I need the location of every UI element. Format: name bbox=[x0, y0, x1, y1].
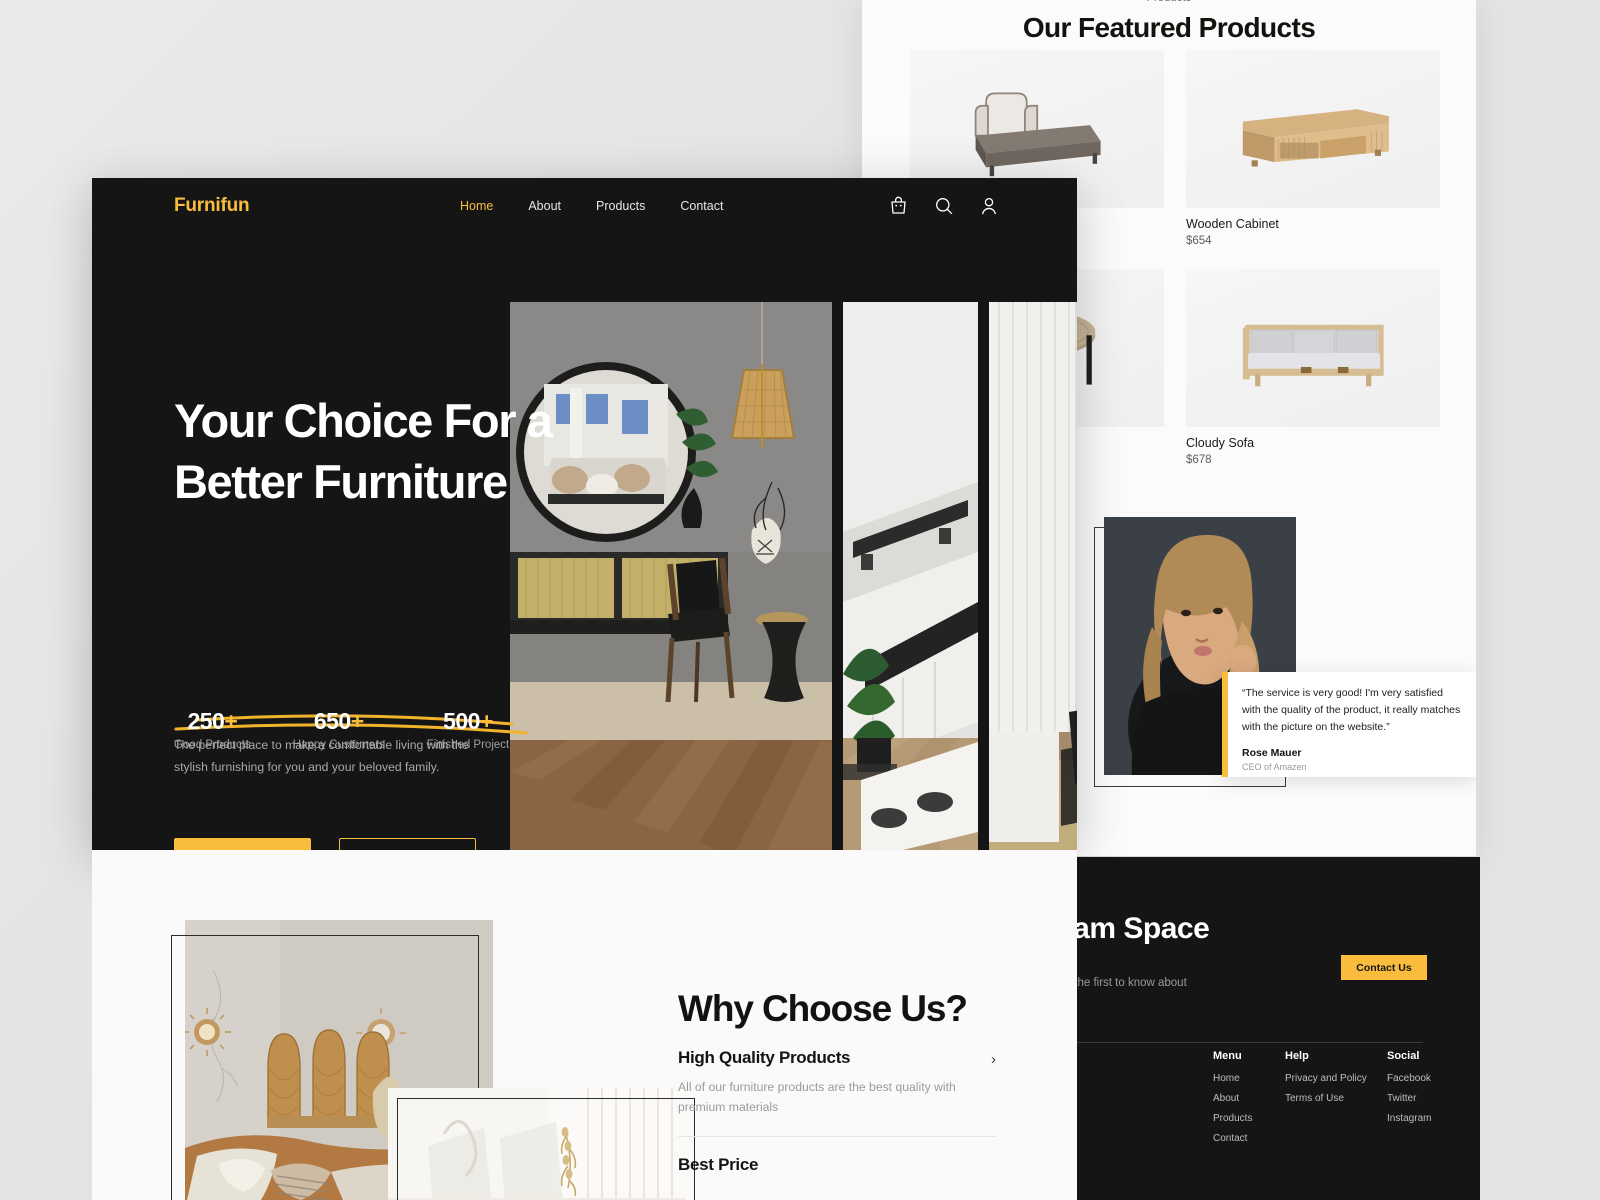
hero-image-3 bbox=[989, 302, 1077, 850]
stat-suffix: + bbox=[479, 708, 493, 734]
stat-suffix: + bbox=[224, 708, 238, 734]
stat-happy-customers: 650+ Happy Customers bbox=[293, 708, 385, 751]
stat-number: 250 bbox=[187, 708, 225, 734]
testimonial-card: “The service is very good! I'm very sati… bbox=[1222, 672, 1476, 777]
why-choose-item-heading: Best Price bbox=[678, 1154, 759, 1174]
nav-links: Home About Products Contact bbox=[460, 199, 723, 213]
footer-link[interactable]: Contact bbox=[1213, 1133, 1285, 1144]
why-choose-us-list: High Quality Products › All of our furni… bbox=[678, 1048, 996, 1193]
testimonial-block: y rs. “T bbox=[922, 512, 1476, 802]
product-name: Cloudy Sofa bbox=[1186, 436, 1255, 450]
testimonial-quote: “The service is very good! I'm very sati… bbox=[1242, 687, 1461, 733]
interior-curtain-image bbox=[989, 302, 1077, 850]
footer-column-title: Menu bbox=[1213, 1050, 1242, 1062]
why-choose-us-title: Why Choose Us? bbox=[678, 988, 968, 1029]
search-icon[interactable] bbox=[935, 197, 953, 215]
interior-living-room-image bbox=[510, 302, 832, 850]
nav-link-contact[interactable]: Contact bbox=[680, 199, 723, 213]
footer-link[interactable]: About bbox=[1213, 1093, 1285, 1104]
stat-label: Good Products bbox=[174, 739, 251, 751]
footer-divider bbox=[1075, 1042, 1423, 1043]
sofa-icon bbox=[1242, 325, 1384, 387]
bright-room-image bbox=[388, 1088, 686, 1200]
design-canvas: Products Our Featured Products bbox=[0, 0, 1600, 1200]
nav-link-products[interactable]: Products bbox=[596, 199, 645, 213]
chevron-right-icon[interactable]: › bbox=[991, 1051, 996, 1068]
why-choose-image-small bbox=[388, 1088, 686, 1200]
hero-copy: Your Choice For a Better Furniture The p… bbox=[174, 390, 604, 850]
stat-good-products: 250+ Good Products bbox=[174, 708, 251, 751]
cta-footer-page: eam Space Be the first to know about Con… bbox=[1075, 857, 1480, 1200]
hero-image-strips bbox=[510, 302, 1077, 850]
order-now-button[interactable]: Order Now bbox=[339, 838, 476, 850]
product-price: $678 bbox=[1186, 454, 1212, 466]
hero-title-line-2: Better Furniture bbox=[174, 455, 508, 509]
why-choose-item-text: All of our furniture products are the be… bbox=[678, 1080, 956, 1114]
nav-icons bbox=[890, 196, 997, 215]
footer-column-title: Social bbox=[1387, 1050, 1420, 1062]
testimonial-author: Rose Mauer bbox=[1242, 747, 1302, 759]
why-choose-item-high-quality[interactable]: High Quality Products › All of our furni… bbox=[678, 1048, 996, 1136]
featured-products-title: Our Featured Products bbox=[1022, 12, 1316, 43]
stat-finished-project: 500+ Finished Project bbox=[427, 708, 509, 751]
footer-columns: Menu Home About Products Contact Help Pr… bbox=[1213, 1050, 1480, 1153]
stat-suffix: + bbox=[350, 708, 364, 734]
footer-column-menu: Menu Home About Products Contact bbox=[1213, 1050, 1285, 1153]
hero-section: Furnifun Home About Products Contact You… bbox=[92, 178, 1077, 850]
footer-column-title: Help bbox=[1285, 1050, 1309, 1062]
footer-link[interactable]: Facebook bbox=[1387, 1073, 1480, 1084]
hero-buttons: Explore Order Now bbox=[174, 838, 476, 850]
testimonial-role: CEO of Amazen bbox=[1242, 762, 1307, 772]
cta-subtext: Be the first to know about bbox=[1075, 977, 1187, 989]
product-card[interactable]: Wooden Cabinet $654 bbox=[1186, 50, 1440, 247]
stat-number: 650 bbox=[313, 708, 351, 734]
stat-label: Happy Customers bbox=[292, 739, 385, 751]
nav-link-about[interactable]: About bbox=[528, 199, 561, 213]
footer-link[interactable]: Terms of Use bbox=[1285, 1093, 1387, 1104]
footer-link[interactable]: Home bbox=[1213, 1073, 1285, 1084]
footer-column-help: Help Privacy and Policy Terms of Use bbox=[1285, 1050, 1387, 1153]
footer-link[interactable]: Products bbox=[1213, 1113, 1285, 1124]
user-icon[interactable] bbox=[981, 197, 997, 215]
cabinet-icon bbox=[1242, 109, 1389, 167]
stat-number: 500 bbox=[443, 708, 480, 734]
why-choose-us-section: Why Choose Us? High Quality Products › A… bbox=[92, 850, 1077, 1200]
product-image-cloudy-sofa bbox=[1186, 269, 1440, 427]
cta-heading: eam Space bbox=[1075, 912, 1210, 945]
footer-link[interactable]: Twitter bbox=[1387, 1093, 1480, 1104]
brand-logo[interactable]: Furnifun bbox=[174, 195, 250, 217]
explore-button[interactable]: Explore bbox=[174, 838, 311, 850]
why-choose-item-heading: High Quality Products bbox=[678, 1048, 851, 1067]
hero-image-1 bbox=[510, 302, 832, 850]
hero-title-line-1: Your Choice For a bbox=[174, 394, 553, 447]
bag-icon[interactable] bbox=[890, 196, 907, 215]
product-card[interactable]: Cloudy Sofa $678 bbox=[1186, 269, 1440, 466]
footer-column-social: Social Facebook Twitter Instagram bbox=[1387, 1050, 1480, 1153]
hero-stats: 250+ Good Products 650+ Happy Customers … bbox=[174, 708, 509, 751]
nav-link-home[interactable]: Home bbox=[460, 199, 493, 213]
stat-label: Finished Project bbox=[426, 739, 510, 751]
breadcrumb: Products bbox=[862, 0, 1476, 4]
footer-link[interactable]: Privacy and Policy bbox=[1285, 1073, 1387, 1084]
why-choose-item-best-price[interactable]: Best Price bbox=[678, 1135, 996, 1193]
hero-image-2 bbox=[843, 302, 978, 850]
contact-us-button[interactable]: Contact Us bbox=[1341, 955, 1427, 980]
product-image-wooden-cabinet bbox=[1186, 50, 1440, 208]
product-name: Wooden Cabinet bbox=[1186, 217, 1279, 231]
footer-link[interactable]: Instagram bbox=[1387, 1113, 1480, 1124]
navbar: Furnifun Home About Products Contact bbox=[92, 178, 1077, 236]
bed-icon bbox=[974, 92, 1101, 177]
interior-stairs-image bbox=[843, 302, 978, 850]
backdrop-right bbox=[1480, 0, 1600, 1200]
product-price: $654 bbox=[1186, 235, 1212, 247]
